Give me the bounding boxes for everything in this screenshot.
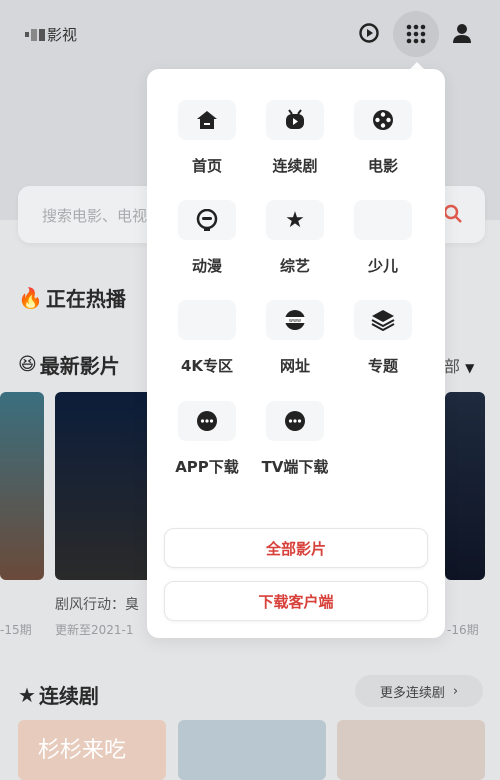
- poster-subtitle: -15期: [0, 623, 32, 637]
- star-icon: ★: [18, 682, 36, 707]
- poster-title: 剧风行动：臭: [55, 597, 139, 613]
- laugh-icon: 😆: [18, 354, 37, 375]
- site-logo[interactable]: 影视: [25, 24, 77, 45]
- poster-subtitle: -16期: [447, 623, 479, 637]
- more-dots-icon: [197, 411, 217, 431]
- series-poster[interactable]: [337, 720, 485, 780]
- menu-item-4k[interactable]: 4K专区: [163, 300, 251, 379]
- tv-play-icon: [286, 109, 304, 129]
- poster[interactable]: [445, 392, 485, 580]
- download-client-button[interactable]: 下载客户端: [164, 581, 428, 621]
- www-icon: www: [285, 310, 305, 330]
- menu-item-variety[interactable]: ★ 综艺: [251, 200, 339, 279]
- menu-item-tv-download[interactable]: TV端下载: [251, 401, 339, 480]
- menu-item-series[interactable]: 连续剧: [251, 100, 339, 179]
- menu-item-home[interactable]: 首页: [163, 100, 251, 179]
- section-hot: 🔥 正在热播: [18, 285, 126, 312]
- menu-item-app-download[interactable]: APP下载: [163, 401, 251, 480]
- section-series: ★ 连续剧: [18, 682, 99, 709]
- poster-subtitle: 更新至2021-1: [55, 623, 134, 637]
- grid-menu-icon: [406, 24, 426, 44]
- menu-item-urls[interactable]: www 网址: [251, 300, 339, 379]
- section-latest: 😆 最新影片: [18, 354, 120, 378]
- history-play-icon[interactable]: [354, 18, 384, 48]
- menu-item-anime[interactable]: 动漫: [163, 200, 251, 279]
- fire-icon: 🔥: [18, 285, 43, 310]
- chevron-right-icon: ›: [452, 683, 459, 699]
- home-icon: [197, 111, 217, 129]
- caret-down-icon: ▼: [465, 361, 475, 375]
- layers-icon: [371, 310, 395, 331]
- user-icon[interactable]: [447, 18, 477, 48]
- all-movies-button[interactable]: 全部影片: [164, 528, 428, 568]
- series-poster[interactable]: 杉杉来吃: [18, 720, 166, 780]
- svg-text:www: www: [289, 318, 301, 324]
- poster[interactable]: [55, 392, 155, 580]
- anime-face-icon: [196, 209, 218, 231]
- more-dots-icon: [285, 411, 305, 431]
- film-reel-icon: [373, 110, 393, 130]
- more-series-button[interactable]: 更多连续剧 ›: [355, 675, 483, 707]
- nav-popover-menu: 首页 连续剧 电影 动漫 ★ 综艺 少儿 4K专区 www 网址 专题 APP下载 …: [147, 69, 445, 638]
- series-poster[interactable]: [178, 720, 326, 780]
- latest-filter[interactable]: 部 ▼: [444, 353, 474, 377]
- menu-item-kids[interactable]: 少儿: [339, 200, 427, 279]
- star-icon: ★: [285, 207, 305, 233]
- poster[interactable]: [0, 392, 44, 580]
- search-icon: [443, 204, 462, 223]
- menu-item-movie[interactable]: 电影: [339, 100, 427, 179]
- logo-text: 影视: [47, 26, 78, 44]
- menu-item-topics[interactable]: 专题: [339, 300, 427, 379]
- grid-menu-button[interactable]: [393, 11, 439, 57]
